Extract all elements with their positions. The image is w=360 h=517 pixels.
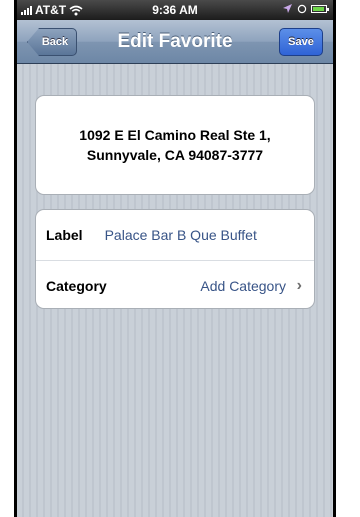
address-card: 1092 E El Camino Real Ste 1, Sunnyvale, … <box>35 95 315 195</box>
battery-icon <box>311 4 329 13</box>
label-field-name: Label <box>46 227 83 243</box>
label-row[interactable]: Label Palace Bar B Que Buffet <box>36 210 314 260</box>
location-arrow-icon <box>283 4 292 13</box>
label-field-value[interactable]: Palace Bar B Que Buffet <box>105 227 257 243</box>
category-field-value: Add Category <box>200 277 286 294</box>
phone-screen: AT&T 9:36 AM Back Edit Favorite Save 109… <box>14 0 336 517</box>
chevron-right-icon: › <box>296 277 302 294</box>
category-field-name: Category <box>46 277 107 294</box>
save-button[interactable]: Save <box>279 28 323 56</box>
status-bar-right <box>282 3 329 14</box>
status-bar: AT&T 9:36 AM <box>17 0 333 20</box>
favorite-details-table: Label Palace Bar B Que Buffet Category A… <box>35 209 315 309</box>
address-line-2: Sunnyvale, CA 94087-3777 <box>86 147 264 163</box>
category-row[interactable]: Category Add Category › <box>36 260 314 308</box>
alarm-icon <box>297 4 307 13</box>
address-line-1: 1092 E El Camino Real Ste 1, <box>79 127 271 143</box>
navigation-bar: Back Edit Favorite Save <box>17 20 333 64</box>
